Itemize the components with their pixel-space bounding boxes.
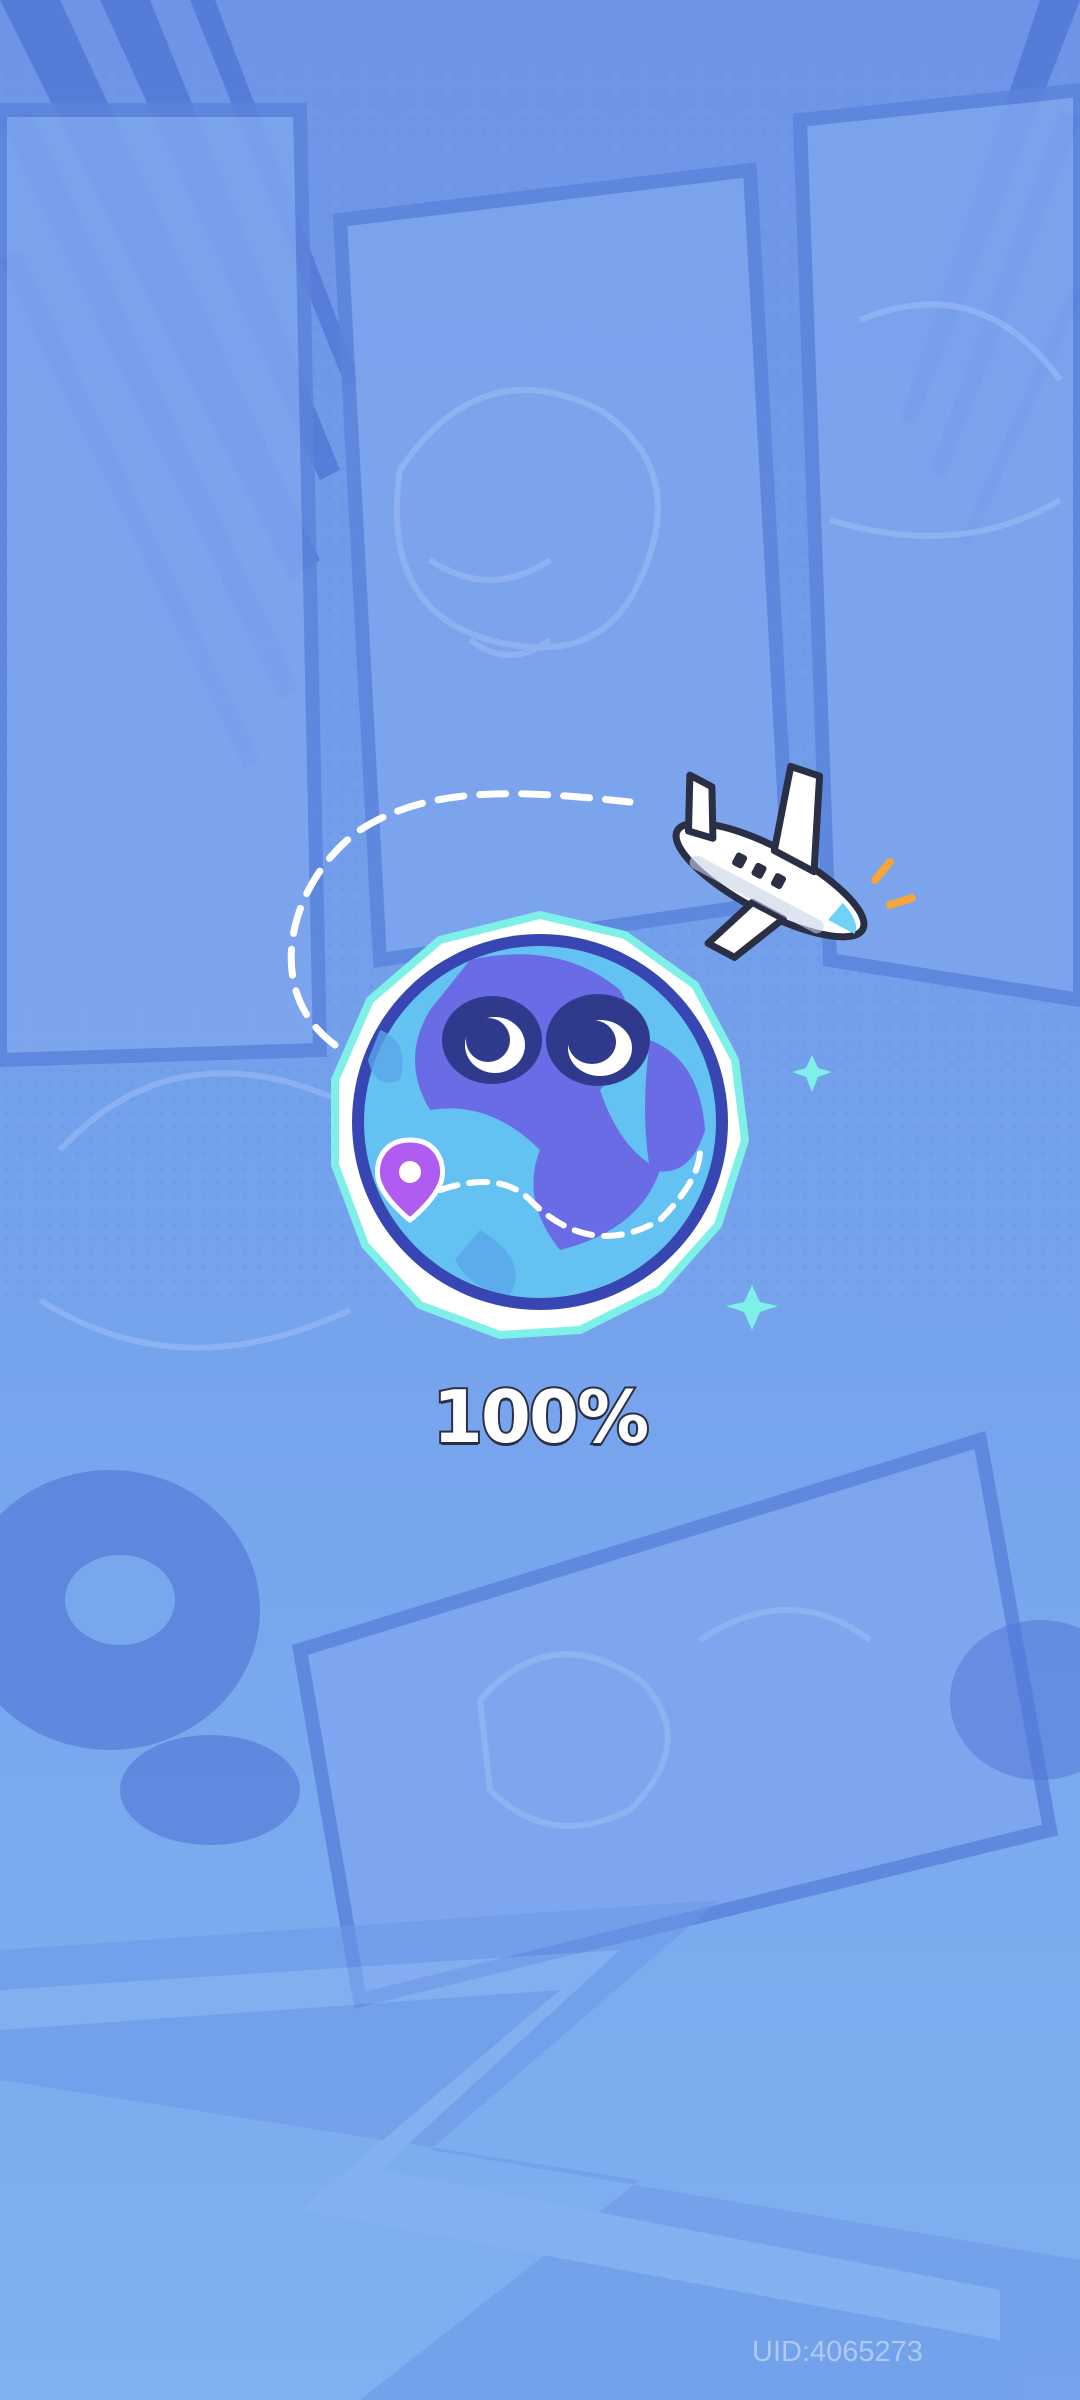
user-id-label: UID:4065273 [752, 2336, 923, 2368]
globe-with-eyes-icon [331, 911, 749, 1339]
loading-illustration [287, 762, 916, 1339]
motion-marks [871, 858, 916, 909]
loading-percent-label: 100% [431, 1373, 651, 1461]
